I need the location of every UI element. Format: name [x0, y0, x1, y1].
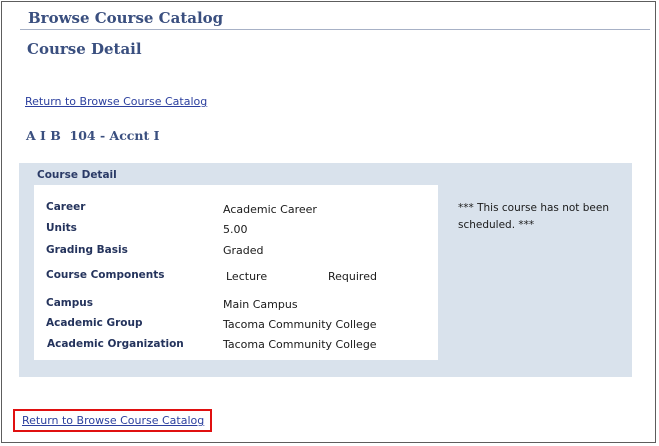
header-title: Browse Course Catalog — [28, 9, 224, 27]
campus-value: Main Campus — [223, 298, 298, 311]
grading-basis-value: Graded — [223, 244, 264, 257]
return-to-catalog-link-top[interactable]: Return to Browse Course Catalog — [25, 95, 207, 108]
academic-organization-value: Tacoma Community College — [223, 338, 377, 351]
academic-group-value: Tacoma Community College — [223, 318, 377, 331]
campus-label: Campus — [46, 297, 93, 309]
academic-group-label: Academic Group — [46, 317, 143, 329]
course-component-status: Required — [328, 270, 377, 283]
header-divider — [20, 29, 650, 30]
course-heading: A I B 104 - Accnt I — [26, 128, 160, 143]
academic-organization-label: Academic Organization — [47, 338, 184, 350]
page-title: Course Detail — [27, 40, 142, 58]
schedule-status-note: *** This course has not been scheduled. … — [458, 202, 609, 231]
units-value: 5.00 — [223, 223, 248, 236]
return-to-catalog-link-bottom[interactable]: Return to Browse Course Catalog — [22, 414, 204, 427]
course-component-type: Lecture — [226, 270, 268, 283]
course-components-label: Course Components — [46, 269, 165, 281]
career-label: Career — [46, 201, 86, 213]
course-detail-section-label: Course Detail — [37, 169, 117, 181]
grading-basis-label: Grading Basis — [46, 244, 128, 256]
units-label: Units — [46, 222, 77, 234]
career-value: Academic Career — [223, 203, 317, 216]
